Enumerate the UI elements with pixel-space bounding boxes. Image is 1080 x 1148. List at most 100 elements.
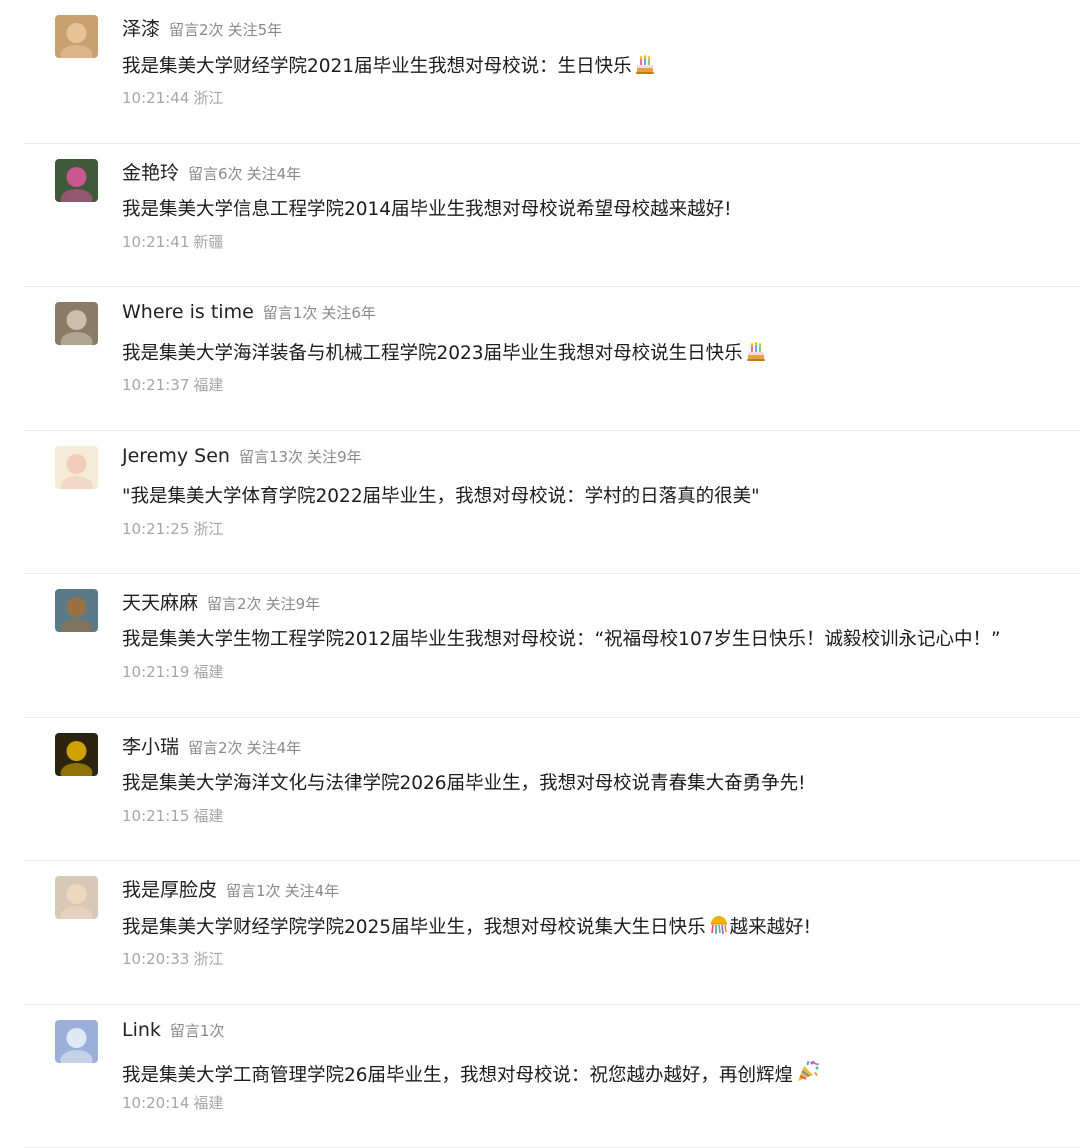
comment-location: 浙江 (193, 89, 223, 107)
comment-text-main: "我是集美大学体育学院2022届毕业生，我想对母校说：学村的日落真的很美" (122, 486, 760, 507)
follow-duration: 关注4年 (247, 739, 302, 757)
avatar[interactable] (55, 446, 98, 489)
cake-icon (634, 53, 656, 83)
comment-time: 10:21:15 (122, 807, 189, 825)
comment-count: 留言1次 (170, 1022, 225, 1040)
comment-item: Link 留言1次 我是集美大学工商管理学院26届毕业生，我想对母校说：祝您越办… (0, 1005, 1080, 1148)
user-stats: 留言2次关注5年 (169, 19, 282, 40)
avatar[interactable] (55, 589, 98, 632)
comment-meta: 10:21:19福建 (122, 661, 223, 682)
comment-meta: 10:20:14福建 (122, 1092, 223, 1113)
follow-duration: 关注9年 (307, 448, 362, 466)
comment-text: 我是集美大学信息工程学院2014届毕业生我想对母校说希望母校越来越好! (122, 197, 732, 223)
comment-time: 10:21:37 (122, 376, 189, 394)
follow-duration: 关注6年 (321, 304, 376, 322)
nickname[interactable]: Link (122, 1019, 161, 1041)
comment-time: 10:21:25 (122, 520, 189, 538)
nickname[interactable]: 泽漆 (122, 14, 160, 41)
comment-location: 浙江 (193, 950, 223, 968)
avatar[interactable] (55, 159, 98, 202)
comment-text-main: 我是集美大学海洋装备与机械工程学院2023届毕业生我想对母校说生日快乐 (122, 343, 743, 364)
comment-location: 福建 (193, 376, 223, 394)
comment-header: Jeremy Sen 留言13次关注9年 (122, 445, 362, 471)
comment-location: 新疆 (193, 233, 223, 251)
comment-header: 金艳玲 留言6次关注4年 (122, 158, 301, 184)
comment-count: 留言2次 (188, 739, 243, 757)
comment-header: Where is time 留言1次关注6年 (122, 301, 376, 327)
follow-duration: 关注4年 (247, 165, 302, 183)
nickname[interactable]: 我是厚脸皮 (122, 875, 217, 902)
comment-location: 福建 (193, 1094, 223, 1112)
comment-item: Jeremy Sen 留言13次关注9年 "我是集美大学体育学院2022届毕业生… (0, 431, 1080, 575)
user-stats: 留言1次 (170, 1020, 225, 1041)
comment-text: 我是集美大学工商管理学院26届毕业生，我想对母校说：祝您越办越好，再创辉煌 (122, 1058, 821, 1092)
nickname[interactable]: 金艳玲 (122, 158, 179, 185)
comment-text: "我是集美大学体育学院2022届毕业生，我想对母校说：学村的日落真的很美" (122, 484, 760, 510)
comment-location: 浙江 (193, 520, 223, 538)
comment-count: 留言1次 (226, 882, 281, 900)
comment-location: 福建 (193, 663, 223, 681)
comment-text: 我是集美大学海洋文化与法律学院2026届毕业生，我想对母校说青春集大奋勇争先! (122, 771, 806, 797)
comment-count: 留言2次 (207, 595, 262, 613)
comment-text-main: 我是集美大学财经学院2021届毕业生我想对母校说：生日快乐 (122, 56, 632, 77)
comment-item: 我是厚脸皮 留言1次关注4年 我是集美大学财经学院学院2025届毕业生，我想对母… (0, 861, 1080, 1005)
comment-item: 天天麻麻 留言2次关注9年 我是集美大学生物工程学院2012届毕业生我想对母校说… (0, 574, 1080, 718)
comment-header: Link 留言1次 (122, 1019, 224, 1045)
nickname[interactable]: Where is time (122, 301, 254, 323)
comment-text-after: 越来越好! (730, 917, 811, 938)
comment-count: 留言2次 (169, 21, 224, 39)
comment-meta: 10:21:15福建 (122, 805, 223, 826)
comment-item: 泽漆 留言2次关注5年 我是集美大学财经学院2021届毕业生我想对母校说：生日快… (0, 0, 1080, 144)
comment-time: 10:20:33 (122, 950, 189, 968)
comment-header: 李小瑞 留言2次关注4年 (122, 732, 301, 758)
comment-time: 10:21:44 (122, 89, 189, 107)
comment-time: 10:21:41 (122, 233, 189, 251)
confetti-ball-icon (708, 914, 730, 944)
comment-item: Where is time 留言1次关注6年 我是集美大学海洋装备与机械工程学院… (0, 287, 1080, 431)
comment-meta: 10:21:41新疆 (122, 231, 223, 252)
comment-count: 留言6次 (188, 165, 243, 183)
comment-text: 我是集美大学财经学院2021届毕业生我想对母校说：生日快乐 (122, 53, 656, 83)
comment-text: 我是集美大学生物工程学院2012届毕业生我想对母校说：“祝福母校107岁生日快乐… (122, 627, 1001, 653)
comment-item: 金艳玲 留言6次关注4年 我是集美大学信息工程学院2014届毕业生我想对母校说希… (0, 144, 1080, 288)
avatar[interactable] (55, 302, 98, 345)
comment-meta: 10:21:44浙江 (122, 87, 223, 108)
comment-text: 我是集美大学海洋装备与机械工程学院2023届毕业生我想对母校说生日快乐 (122, 340, 767, 370)
follow-duration: 关注4年 (285, 882, 340, 900)
avatar[interactable] (55, 876, 98, 919)
comment-meta: 10:21:25浙江 (122, 518, 223, 539)
comment-text: 我是集美大学财经学院学院2025届毕业生，我想对母校说集大生日快乐 越来越好! (122, 914, 811, 944)
avatar[interactable] (55, 733, 98, 776)
comment-text-main: 我是集美大学信息工程学院2014届毕业生我想对母校说希望母校越来越好! (122, 199, 732, 220)
nickname[interactable]: Jeremy Sen (122, 445, 230, 467)
comment-item: 李小瑞 留言2次关注4年 我是集美大学海洋文化与法律学院2026届毕业生，我想对… (0, 718, 1080, 862)
follow-duration: 关注5年 (228, 21, 283, 39)
comment-meta: 10:20:33浙江 (122, 948, 223, 969)
nickname[interactable]: 天天麻麻 (122, 588, 198, 615)
comment-count: 留言1次 (263, 304, 318, 322)
user-stats: 留言13次关注9年 (239, 446, 362, 467)
comment-list: 泽漆 留言2次关注5年 我是集美大学财经学院2021届毕业生我想对母校说：生日快… (0, 0, 1080, 1148)
comment-time: 10:20:14 (122, 1094, 189, 1112)
user-stats: 留言2次关注4年 (188, 737, 301, 758)
comment-header: 天天麻麻 留言2次关注9年 (122, 588, 320, 614)
avatar[interactable] (55, 15, 98, 58)
comment-header: 我是厚脸皮 留言1次关注4年 (122, 875, 339, 901)
comment-time: 10:21:19 (122, 663, 189, 681)
party-popper-icon (795, 1058, 821, 1092)
comment-count: 留言13次 (239, 448, 303, 466)
user-stats: 留言2次关注9年 (207, 593, 320, 614)
comment-text-main: 我是集美大学生物工程学院2012届毕业生我想对母校说：“祝福母校107岁生日快乐… (122, 629, 1001, 650)
comment-location: 福建 (193, 807, 223, 825)
user-stats: 留言6次关注4年 (188, 163, 301, 184)
follow-duration: 关注9年 (266, 595, 321, 613)
comment-header: 泽漆 留言2次关注5年 (122, 14, 282, 40)
comment-text-main: 我是集美大学海洋文化与法律学院2026届毕业生，我想对母校说青春集大奋勇争先! (122, 773, 806, 794)
nickname[interactable]: 李小瑞 (122, 732, 179, 759)
avatar[interactable] (55, 1020, 98, 1063)
cake-icon (745, 340, 767, 370)
comment-text-main: 我是集美大学财经学院学院2025届毕业生，我想对母校说集大生日快乐 (122, 917, 706, 938)
comment-text-main: 我是集美大学工商管理学院26届毕业生，我想对母校说：祝您越办越好，再创辉煌 (122, 1065, 793, 1086)
user-stats: 留言1次关注6年 (263, 302, 376, 323)
user-stats: 留言1次关注4年 (226, 880, 339, 901)
